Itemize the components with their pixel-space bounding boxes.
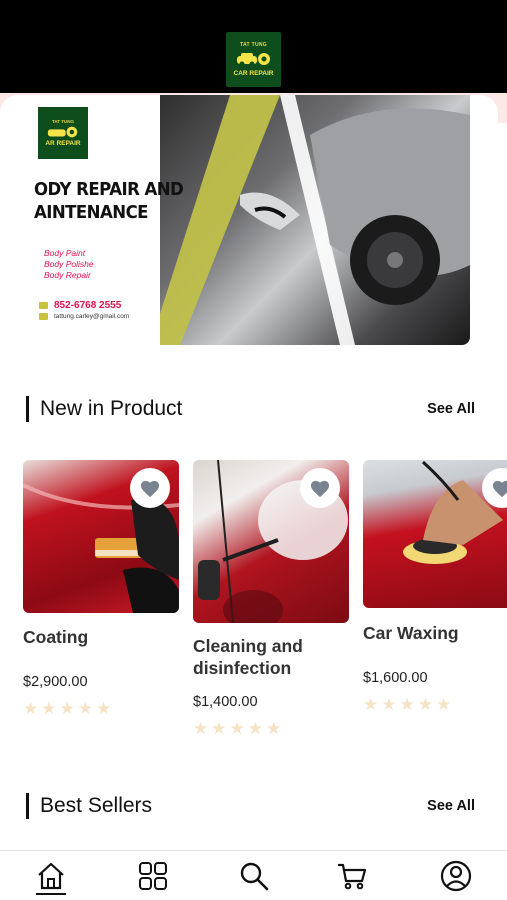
banner-services: Body Paint Body Polishe Body Repair [44,248,94,281]
banner-email: tattung.carley@gmail.com [39,313,129,320]
star-icon: ★ [77,699,93,718]
star-icon: ★ [247,719,263,738]
heart-icon [140,480,160,498]
banner-logo: TAT TUNG AR REPAIR [38,107,88,159]
banner-logo-bottom-text: AR REPAIR [45,140,81,147]
favorite-button[interactable] [130,468,170,508]
steam-cleaning-image [193,460,349,623]
banner-headline-line2: AINTENANCE [34,202,148,223]
star-icon: ★ [59,699,75,718]
product-price: $1,600.00 [363,670,428,686]
section-title: Best Sellers [40,794,153,817]
service-item: Body Polishe [44,259,94,269]
heart-icon [310,480,330,498]
product-price: $2,900.00 [23,674,88,690]
star-icon: ★ [96,699,112,718]
star-icon: ★ [417,695,433,713]
product-price: $1,400.00 [193,694,258,710]
section-bar [26,793,29,819]
star-icon: ★ [41,699,57,718]
banner-headline-line1: ODY REPAIR AND [34,179,184,200]
section-title: New in Product [40,397,183,420]
see-all-new-link[interactable]: See All [427,401,475,417]
banner-headline: ODY REPAIR AND AINTENANCE [34,178,209,224]
email-icon [39,313,48,320]
logo-bottom-text: CAR REPAIR [233,70,274,77]
banner-car-gear-icon [47,126,78,138]
star-icon: ★ [23,699,39,718]
home-icon [38,862,64,890]
star-icon: ★ [399,695,415,713]
cart-icon [338,863,367,890]
phone-number: 852-6768 2555 [54,300,122,311]
rating-stars: ★ ★ ★ ★ ★ [193,720,349,737]
car-waxing-image [363,460,507,608]
product-name: Car Waxing [363,623,459,643]
see-all-best-link[interactable]: See All [427,798,475,814]
product-card[interactable]: Coating $2,900.00 ★ ★ ★ ★ ★ [23,460,179,717]
star-icon: ★ [211,719,227,738]
nav-profile[interactable] [439,859,473,893]
service-item: Body Paint [44,248,86,258]
rating-stars: ★ ★ ★ ★ ★ [23,700,179,717]
app-logo[interactable]: TAT TUNG CAR REPAIR [226,32,281,87]
car-gear-logo-icon [236,53,270,67]
rating-stars: ★ ★ ★ ★ ★ [363,696,507,713]
section-bar [26,396,29,422]
star-icon: ★ [266,719,282,738]
nav-search[interactable] [237,859,271,893]
star-icon: ★ [436,695,452,713]
email-address: tattung.carley@gmail.com [54,313,130,320]
logo-top-text: TAT TUNG [240,42,267,48]
profile-icon [440,860,472,892]
product-card[interactable]: Car Waxing $1,600.00 ★ ★ ★ ★ ★ [363,460,507,713]
grid-icon [139,862,167,890]
active-tab-indicator [36,893,66,895]
banner-phone: 852-6768 2555 [39,300,121,311]
phone-icon [39,302,48,309]
bottom-nav [0,850,507,900]
coating-sponge-image [23,460,179,613]
heart-icon [492,480,507,498]
nav-categories[interactable] [136,859,170,893]
star-icon: ★ [363,695,379,713]
product-name: Cleaning and disinfection [193,636,303,678]
nav-cart[interactable] [335,859,369,893]
best-sellers-header: Best Sellers See All [26,791,481,821]
nav-home[interactable] [34,859,68,893]
star-icon: ★ [381,695,397,713]
top-bar: TAT TUNG CAR REPAIR [0,0,507,93]
new-in-product-header: New in Product See All [26,394,481,424]
product-card[interactable]: Cleaning and disinfection $1,400.00 ★ ★ … [193,460,349,737]
star-icon: ★ [193,719,209,738]
search-icon [240,862,269,891]
service-item: Body Repair [44,270,91,280]
favorite-button[interactable] [300,468,340,508]
product-name: Coating [23,627,89,647]
star-icon: ★ [229,719,245,738]
